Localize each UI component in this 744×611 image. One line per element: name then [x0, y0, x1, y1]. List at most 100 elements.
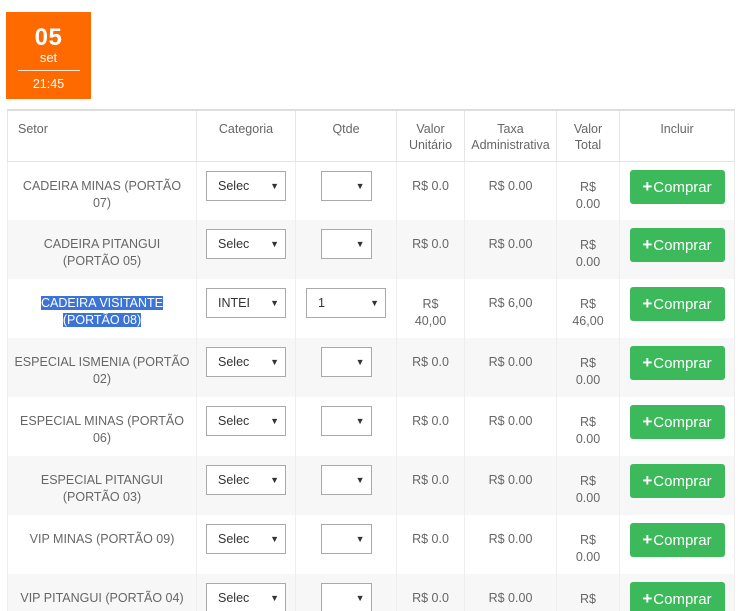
- header-valor-unitario-l2: Unitário: [408, 138, 453, 152]
- qtde-select[interactable]: ▼: [320, 583, 372, 611]
- plus-icon: +: [642, 412, 653, 431]
- setor-cell: CADEIRA PITANGUI (PORTÃO 05): [7, 220, 197, 279]
- header-taxa-l2: Administrativa: [471, 138, 550, 152]
- categoria-select[interactable]: Selec ▼: [206, 347, 286, 377]
- comprar-button[interactable]: +Comprar: [629, 287, 725, 321]
- valor-total-cell-currency: R$: [580, 356, 596, 370]
- valor-total-cell-amount: 0.00: [575, 550, 601, 564]
- categoria-value: INTEI: [218, 296, 250, 310]
- categoria-value: Selec: [218, 178, 250, 193]
- comprar-button[interactable]: +Comprar: [629, 405, 725, 439]
- qtde-select[interactable]: ▼: [320, 347, 372, 377]
- dropdown-arrow-icon: ▼: [355, 357, 365, 367]
- categoria-select[interactable]: INTEI ▼: [206, 288, 286, 318]
- incluir-cell: +Comprar: [619, 161, 735, 220]
- valor-total-cell: R$ 46,00: [556, 279, 620, 338]
- categoria-cell: Selec ▼: [196, 574, 296, 611]
- categoria-value: Selec: [218, 532, 250, 546]
- dropdown-arrow-icon: ▼: [355, 239, 365, 249]
- taxa-cell: R$ 0.00: [464, 338, 557, 397]
- categoria-select[interactable]: Selec ▼: [206, 406, 286, 436]
- qtde-select[interactable]: 1 ▼: [306, 288, 386, 318]
- dropdown-arrow-icon: ▼: [355, 534, 365, 544]
- qtde-select[interactable]: ▼: [320, 170, 372, 201]
- categoria-cell: Selec ▼: [196, 456, 296, 515]
- valor-total-cell-currency: R$: [580, 533, 596, 547]
- plus-icon: +: [642, 294, 653, 313]
- setor-name: VIP PITANGUI (PORTÃO 04): [20, 591, 184, 605]
- qtde-cell: 1 ▼: [295, 279, 397, 338]
- header-valor-total: Valor Total: [556, 109, 620, 162]
- valor-total-cell-amount: 0.00: [575, 255, 601, 269]
- header-incluir: Incluir: [619, 109, 735, 162]
- table-row: VIP MINAS (PORTÃO 09) Selec ▼ ▼ R$ 0.0 R$ 0.0…: [7, 515, 735, 574]
- comprar-label: Comprar: [653, 591, 712, 608]
- valor-total-cell: R$0.00: [556, 338, 620, 397]
- valor-total-cell: R$ 0.00: [556, 161, 620, 220]
- categoria-value: Selec: [218, 355, 250, 369]
- categoria-value: Selec: [218, 473, 250, 487]
- comprar-button[interactable]: +Comprar: [629, 169, 725, 204]
- categoria-cell: INTEI ▼: [196, 279, 296, 338]
- qtde-select[interactable]: ▼: [320, 524, 372, 554]
- header-categoria: Categoria: [196, 109, 296, 162]
- qtde-cell: ▼: [295, 161, 397, 220]
- header-valor-total-l1: Valor: [573, 122, 603, 136]
- comprar-label: Comprar: [653, 414, 712, 431]
- dropdown-arrow-icon: ▼: [355, 180, 365, 191]
- qtde-select[interactable]: ▼: [320, 229, 372, 259]
- categoria-select[interactable]: Selec ▼: [206, 465, 286, 495]
- categoria-select[interactable]: Selec ▼: [206, 583, 286, 611]
- qtde-select[interactable]: ▼: [320, 406, 372, 436]
- header-setor: Setor: [7, 109, 197, 162]
- plus-icon: +: [642, 176, 653, 196]
- taxa-cell-text: R$ 0.00: [488, 355, 533, 369]
- valor-total-cell-amount: 0.00: [575, 196, 601, 211]
- categoria-select[interactable]: Selec ▼: [206, 170, 286, 201]
- valor-total-cell: R$0.00: [556, 574, 620, 611]
- valor-unitario-cell: R$ 40,00: [396, 279, 465, 338]
- comprar-label: Comprar: [653, 178, 712, 196]
- incluir-cell: +Comprar: [619, 574, 735, 611]
- valor-unitario-cell-text: R$ 0.0: [412, 532, 449, 546]
- setor-name: CADEIRA MINAS (PORTÃO 07): [22, 178, 182, 210]
- event-month: set: [39, 50, 58, 65]
- setor-name: ESPECIAL ISMENIA (PORTÃO 02): [14, 355, 190, 386]
- plus-icon: +: [642, 353, 653, 372]
- qtde-select[interactable]: ▼: [320, 465, 372, 495]
- comprar-button[interactable]: +Comprar: [629, 523, 725, 557]
- categoria-cell: Selec ▼: [196, 338, 296, 397]
- table-row: CADEIRA MINAS (PORTÃO 07) Selec ▼ ▼ R$ 0.0 R$…: [7, 161, 735, 220]
- categoria-value: Selec: [218, 414, 250, 428]
- setor-cell: ESPECIAL PITANGUI (PORTÃO 03): [7, 456, 197, 515]
- valor-total-cell: R$ 0.00: [556, 220, 620, 279]
- categoria-select[interactable]: Selec ▼: [206, 524, 286, 554]
- valor-total-cell: R$0.00: [556, 456, 620, 515]
- valor-total-cell-currency: R$: [580, 238, 596, 252]
- categoria-cell: Selec ▼: [196, 397, 296, 456]
- valor-total-cell-currency: R$: [580, 474, 596, 488]
- table-header-row: Setor Categoria Qtde Valor Unitário Taxa A…: [7, 109, 735, 162]
- comprar-button[interactable]: +Comprar: [629, 228, 725, 262]
- categoria-select[interactable]: Selec ▼: [206, 229, 286, 259]
- valor-total-cell: R$0.00: [556, 397, 620, 456]
- table-row: CADEIRA VISITANTE (PORTÃO 08) INTEI ▼ 1 ▼ R$ 4…: [7, 279, 735, 338]
- valor-unitario-cell-text: R$ 0.0: [412, 237, 449, 251]
- comprar-button[interactable]: +Comprar: [629, 464, 725, 498]
- dropdown-arrow-icon: ▼: [270, 298, 279, 308]
- taxa-cell-text: R$ 0.00: [488, 591, 533, 605]
- comprar-button[interactable]: +Comprar: [629, 346, 725, 380]
- qtde-cell: ▼: [295, 515, 397, 574]
- setor-cell: CADEIRA MINAS (PORTÃO 07): [7, 161, 197, 220]
- setor-cell: VIP PITANGUI (PORTÃO 04): [7, 574, 197, 611]
- valor-unitario-cell-text: R$ 0.0: [412, 591, 449, 605]
- valor-unitario-cell: R$ 0.0: [396, 456, 465, 515]
- setor-cell: CADEIRA VISITANTE (PORTÃO 08): [7, 279, 197, 338]
- comprar-button[interactable]: +Comprar: [629, 582, 725, 611]
- dropdown-arrow-icon: ▼: [270, 593, 279, 603]
- valor-total-cell-currency: R$: [580, 179, 596, 194]
- taxa-cell-text: R$ 0.00: [488, 473, 533, 487]
- valor-unitario-cell-text: R$ 0.0: [412, 414, 449, 428]
- valor-unitario-cell-text: R$ 0.0: [412, 178, 449, 193]
- valor-total-cell-currency: R$: [580, 592, 596, 606]
